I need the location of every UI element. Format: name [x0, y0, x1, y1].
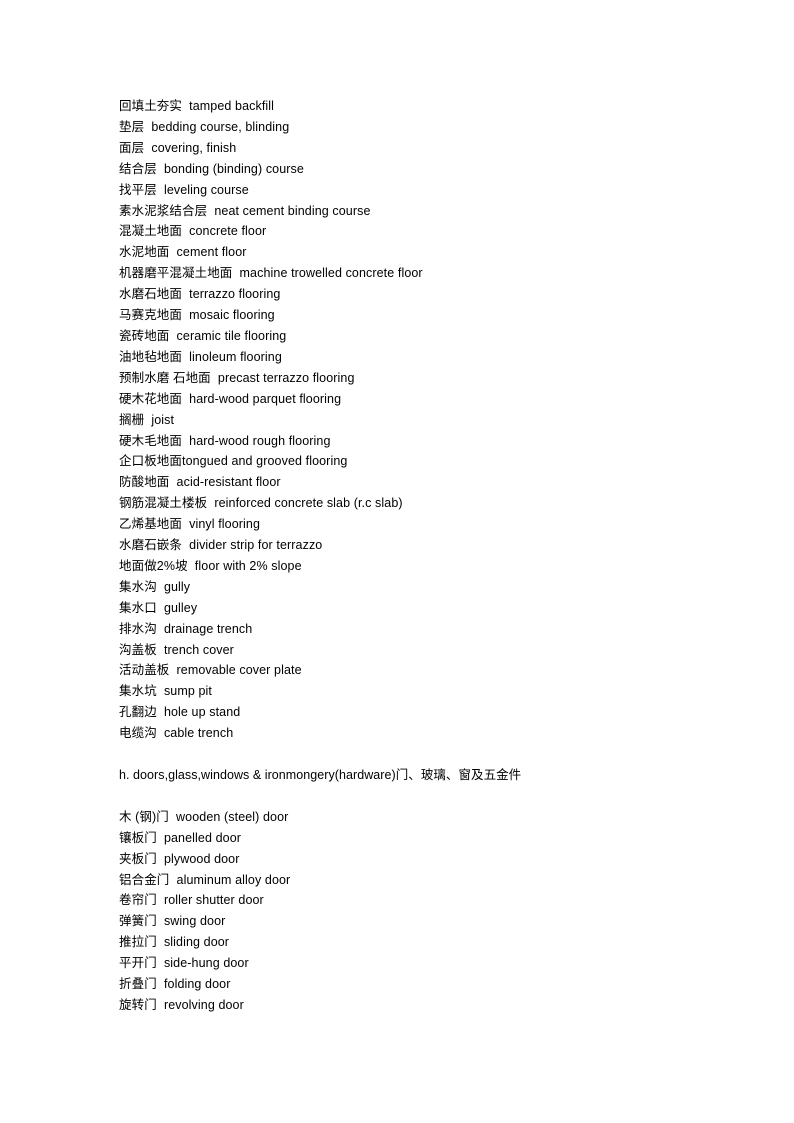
glossary-entry: 水磨石嵌条 divider strip for terrazzo	[119, 538, 323, 553]
glossary-entry: 面层 covering, finish	[119, 140, 237, 155]
glossary-entry: 水泥地面 cement floor	[119, 245, 247, 260]
glossary-entry: 集水沟 gully	[119, 579, 191, 594]
glossary-entry: 镶板门 panelled door	[119, 830, 242, 845]
glossary-entry: 沟盖板 trench cover	[119, 642, 234, 657]
glossary-entry: 混凝土地面 concrete floor	[119, 224, 267, 239]
glossary-entry: 排水沟 drainage trench	[119, 621, 253, 636]
document-body: 回填土夯实 tamped backfill 垫层 bedding course, …	[119, 96, 719, 1016]
glossary-entry: 卷帘门 roller shutter door	[119, 893, 264, 908]
glossary-entry: 孔翻边 hole up stand	[119, 705, 241, 720]
glossary-entry: 推拉门 sliding door	[119, 935, 230, 950]
text-block-section-heading-h: h. doors,glass,windows & ironmongery(har…	[119, 765, 719, 786]
glossary-entry: 预制水磨 石地面 precast terrazzo flooring	[119, 370, 355, 385]
glossary-entry: 防酸地面 acid-resistant floor	[119, 475, 281, 490]
glossary-entry: 油地毡地面 linoleum flooring	[119, 349, 282, 364]
glossary-entry: 回填土夯实 tamped backfill	[119, 99, 275, 113]
glossary-entry: 机器磨平混凝土地面 machine trowelled concrete flo…	[119, 266, 423, 281]
glossary-entry: 活动盖板 removable cover plate	[119, 663, 302, 678]
glossary-entry: 木 (钢)门 wooden (steel) door	[119, 809, 289, 824]
glossary-entry: 企口板地面tongued and grooved flooring	[119, 454, 348, 469]
glossary-entry: 夹板门 plywood door	[119, 851, 240, 866]
glossary-entry: 素水泥浆结合层 neat cement binding course	[119, 203, 371, 218]
glossary-entry: 电缆沟 cable trench	[119, 726, 234, 741]
glossary-entry: 马赛克地面 mosaic flooring	[119, 308, 275, 323]
glossary-entry: 旋转门 revolving door	[119, 997, 244, 1012]
glossary-entry: 弹簧门 swing door	[119, 914, 226, 929]
glossary-entry: 垫层 bedding course, blinding	[119, 119, 290, 134]
document-page: 回填土夯实 tamped backfill 垫层 bedding course, …	[0, 0, 794, 1123]
glossary-entry: 瓷砖地面 ceramic tile flooring	[119, 328, 287, 343]
glossary-entry: 找平层 leveling course	[119, 182, 249, 197]
glossary-entry: 地面做2%坡 floor with 2% slope	[119, 558, 302, 573]
glossary-entry: 硬木毛地面 hard-wood rough flooring	[119, 433, 331, 448]
glossary-entry: 折叠门 folding door	[119, 977, 231, 992]
glossary-entry: 乙烯基地面 vinyl flooring	[119, 517, 261, 532]
glossary-entry: 结合层 bonding (binding) course	[119, 161, 304, 176]
text-block-door-terms: 木 (钢)门 wooden (steel) door 镶板门 panelled d…	[119, 807, 719, 1016]
glossary-entry: 水磨石地面 terrazzo flooring	[119, 287, 281, 302]
glossary-entry: 铝合金门 aluminum alloy door	[119, 872, 291, 887]
glossary-entry: 钢筋混凝土楼板 reinforced concrete slab (r.c sl…	[119, 496, 403, 511]
glossary-entry: 集水坑 sump pit	[119, 684, 212, 699]
section-heading: h. doors,glass,windows & ironmongery(har…	[119, 767, 522, 782]
glossary-entry: 平开门 side-hung door	[119, 956, 249, 971]
glossary-entry: 硬木花地面 hard-wood parquet flooring	[119, 391, 342, 406]
text-block-flooring-terms: 回填土夯实 tamped backfill 垫层 bedding course, …	[119, 96, 719, 744]
glossary-entry: 集水口 gulley	[119, 600, 198, 615]
glossary-entry: 搁栅 joist	[119, 412, 175, 427]
